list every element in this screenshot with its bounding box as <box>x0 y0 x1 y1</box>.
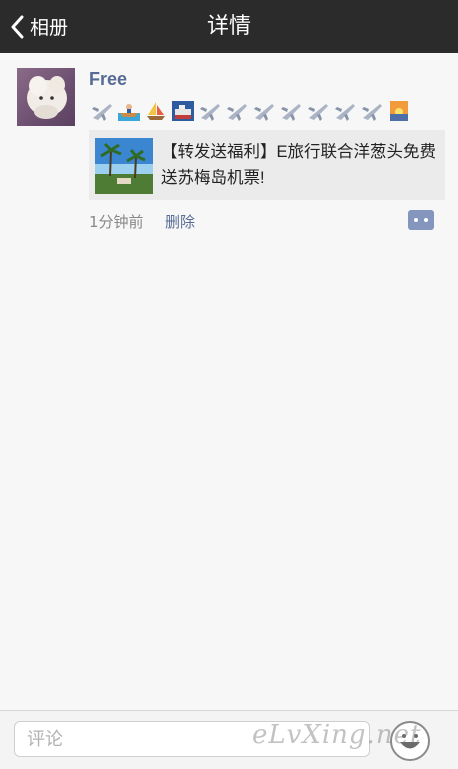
comment-menu-button[interactable] <box>408 210 434 230</box>
rowboat-icon <box>116 99 142 123</box>
airplane-icon <box>359 99 385 123</box>
delete-button[interactable]: 删除 <box>165 211 195 232</box>
ship-card-icon <box>170 99 196 123</box>
navigation-bar: 相册 详情 <box>0 0 458 53</box>
airplane-icon <box>224 99 250 123</box>
airplane-icon <box>251 99 277 123</box>
avatar[interactable] <box>17 68 75 126</box>
sunset-icon <box>386 99 412 123</box>
avatar-image <box>27 76 67 119</box>
shared-link-card[interactable]: 【转发送福利】E旅行联合洋葱头免费送苏梅岛机票! <box>89 130 445 200</box>
airplane-icon <box>197 99 223 123</box>
watermark: eLvXing.net <box>252 720 422 750</box>
airplane-icon <box>332 99 358 123</box>
post-time: 1分钟前 <box>89 213 144 231</box>
airplane-icon <box>278 99 304 123</box>
link-thumbnail <box>95 138 153 194</box>
airplane-icon <box>305 99 331 123</box>
link-title: 【转发送福利】E旅行联合洋葱头免费送苏梅岛机票! <box>161 143 437 187</box>
username[interactable]: Free <box>89 69 127 90</box>
sailboat-icon <box>143 99 169 123</box>
airplane-icon <box>89 99 115 123</box>
emoji-row <box>89 99 412 123</box>
page-title: 详情 <box>206 14 251 39</box>
